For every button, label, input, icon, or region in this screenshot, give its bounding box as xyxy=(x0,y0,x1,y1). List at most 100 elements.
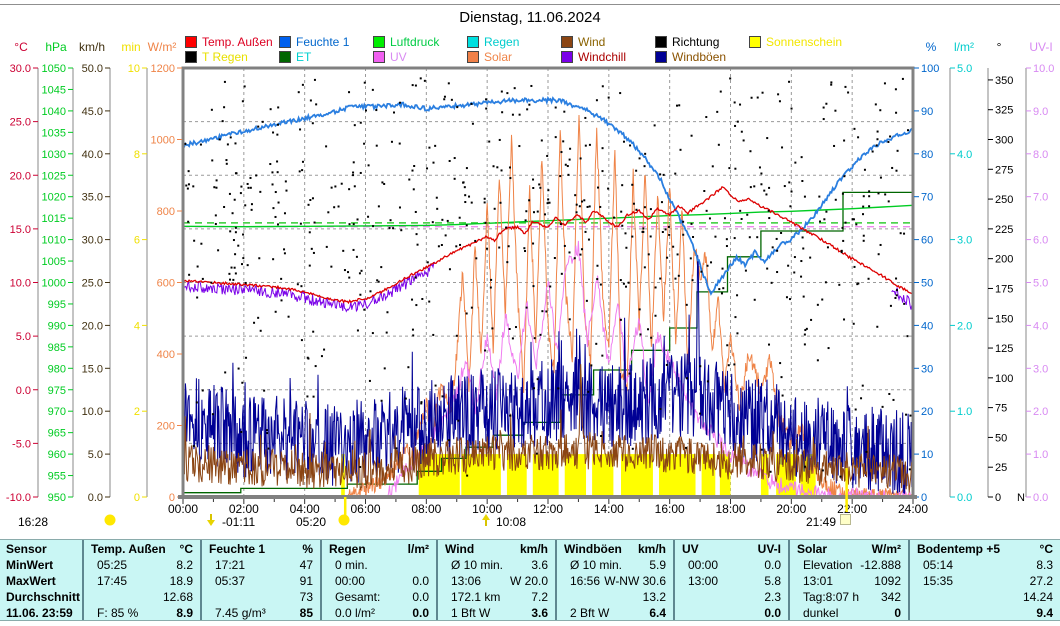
axis-tick-label: 30.0 xyxy=(82,235,103,247)
stats-cell: 2.3 xyxy=(675,589,788,605)
axis-kmh: 50.045.040.035.030.025.020.015.010.05.00… xyxy=(79,40,110,504)
x-axis: 00:0002:0004:0006:0008:0010:0012:0014:00… xyxy=(168,497,928,516)
axis-tick-label: 35.0 xyxy=(82,192,103,204)
axis-tick-label: 5.0 xyxy=(88,449,103,461)
axis-tick-label: 0.0 xyxy=(1033,492,1048,504)
stats-group-header: Windböenkm/h xyxy=(557,541,673,557)
stats-group-bodentemp-5: Bodentemp +5°C05:148.315:3527.214.249.4 xyxy=(908,540,1060,620)
axis-tick-label: 15.0 xyxy=(82,363,103,375)
axis-title-pct: % xyxy=(926,40,937,54)
axis-tick-label: 75 xyxy=(995,403,1007,415)
axis-tick-label: 80 xyxy=(921,149,933,161)
axis-tick-label: -5.0 xyxy=(12,438,31,450)
axis-tick-label: 2.0 xyxy=(957,320,972,332)
axis-tick-label: 8 xyxy=(134,149,140,161)
axis-lm2: 5.04.03.02.01.00.0l/m² xyxy=(950,40,974,504)
axis-tick-label: 1000 xyxy=(42,278,66,290)
axis-title-uvi: UV-I xyxy=(1029,40,1052,54)
axis-tick-label: 10 xyxy=(128,63,140,75)
stats-cell: 13:005.8 xyxy=(675,573,788,589)
x-tick-label: 06:00 xyxy=(350,502,380,516)
x-tick-label: 08:00 xyxy=(411,502,441,516)
axis-tick-label: 3.0 xyxy=(957,235,972,247)
axis-tick-label: 0.0 xyxy=(16,385,31,397)
axis-title-wm2: W/m² xyxy=(148,40,177,54)
stats-cell: 12.68 xyxy=(84,589,200,605)
axis-tick-label: 150 xyxy=(995,313,1013,325)
stats-group-header: SolarW/m² xyxy=(790,541,908,557)
sun-icon xyxy=(339,515,350,526)
stats-group-header: Feuchte 1% xyxy=(202,541,320,557)
axis-tick-label: 5.0 xyxy=(957,63,972,75)
stats-table: SensorMinWertMaxWertDurchschnitt11.06. 2… xyxy=(0,539,1060,621)
axis-tick-label: 90 xyxy=(921,106,933,118)
axis-tick-label: 7.0 xyxy=(1033,192,1048,204)
stats-cell: 73 xyxy=(202,589,320,605)
axis-uvi: 10.09.08.07.06.05.04.03.02.01.00.0UV-I xyxy=(1026,40,1054,504)
annotation-label: -01:11 xyxy=(222,515,255,529)
stats-sensor-column: SensorMinWertMaxWertDurchschnitt11.06. 2… xyxy=(0,540,82,620)
axis-tick-label: 50.0 xyxy=(82,63,103,75)
axis-tick-label: 1.0 xyxy=(1033,449,1048,461)
axis-tick-label: 1035 xyxy=(42,127,66,139)
axis-pct: 1009080706050403020100% xyxy=(914,40,939,504)
axis-tick-label: 30.0 xyxy=(10,63,31,75)
axis-tick-label: 955 xyxy=(48,471,66,483)
stats-row-label: MaxWert xyxy=(0,573,82,589)
axis-tick-label: 10.0 xyxy=(82,406,103,418)
axis-tick-label: 100 xyxy=(921,63,939,75)
stats-cell: 0.0 xyxy=(675,605,788,621)
stats-cell: Elevation-12.888 xyxy=(790,557,908,573)
stats-row-label: 11.06. 23:59 xyxy=(0,605,82,621)
axis-tick-label: 20 xyxy=(921,406,933,418)
stats-group-windb-en: Windböenkm/hØ 10 min.5.916:56W-NW 30.613… xyxy=(555,540,673,620)
axis-tick-label: 1000 xyxy=(151,135,175,147)
axis-tick-label: 25 xyxy=(995,462,1007,474)
stats-cell: 05:148.3 xyxy=(910,557,1060,573)
stats-cell: dunkel0 xyxy=(790,605,908,621)
axis-title-dir: ° xyxy=(997,40,1002,54)
axis-tick-label: 0.0 xyxy=(957,492,972,504)
x-tick-label: 02:00 xyxy=(229,502,259,516)
axis-wm2: 120010008006004002000W/m² xyxy=(148,40,182,504)
axis-dir: 3503253002752502252001751501251007550250… xyxy=(988,40,1025,504)
axis-tick-label: 2.0 xyxy=(1033,406,1048,418)
stats-group-header: Bodentemp +5°C xyxy=(910,541,1060,557)
axis-hpa: 1050104510401035103010251020101510101005… xyxy=(42,40,73,504)
axis-tick-label: 6.0 xyxy=(1033,235,1048,247)
axis-tick-label: 0 xyxy=(134,492,140,504)
axis-tick-label: 20.0 xyxy=(82,320,103,332)
axis-tick-label: 970 xyxy=(48,406,66,418)
axis-tick-label: 1.0 xyxy=(957,406,972,418)
stats-cell: 05:258.2 xyxy=(84,557,200,573)
axis-title-min: min xyxy=(121,40,140,54)
axis-tick-label: 200 xyxy=(157,421,175,433)
axis-tick-label: 990 xyxy=(48,320,66,332)
weather-chart: 30.025.020.015.010.05.00.0-5.0-10.0°C105… xyxy=(0,0,1060,538)
axis-tick-label: -10.0 xyxy=(6,492,31,504)
stats-group-feuchte-1: Feuchte 1%17:214705:3791737.45 g/m³85 xyxy=(200,540,320,620)
axis-tick-label: 40 xyxy=(921,320,933,332)
axis-tick-label: 325 xyxy=(995,105,1013,117)
stats-row-label: MinWert xyxy=(0,557,82,573)
axis-tick-label: 60 xyxy=(921,235,933,247)
axis-tick-label: 20.0 xyxy=(10,170,31,182)
axis-min: 1086420min xyxy=(121,40,147,504)
stats-group-header: Windkm/h xyxy=(438,541,555,557)
stats-cell: 0.0 l/m²0.0 xyxy=(322,605,436,621)
axis-tick-label: 1010 xyxy=(42,235,66,247)
axis-tick-label: 40.0 xyxy=(82,149,103,161)
axis-tick-label: 25.0 xyxy=(82,278,103,290)
x-tick-label: 00:00 xyxy=(168,502,198,516)
axis-tick-label: 5.0 xyxy=(1033,278,1048,290)
x-tick-label: 24:00 xyxy=(898,502,928,516)
stats-cell: 16:56W-NW 30.6 xyxy=(557,573,673,589)
stats-cell: Tag:8:07 h342 xyxy=(790,589,908,605)
axis-tick-label: 8.0 xyxy=(1033,149,1048,161)
stats-group-wind: Windkm/hØ 10 min.3.613:06W 20.0172.1 km7… xyxy=(436,540,555,620)
stats-cell: 9.4 xyxy=(910,605,1060,621)
stats-row-label: Durchschnitt xyxy=(0,589,82,605)
x-tick-label: 22:00 xyxy=(837,502,867,516)
axis-tick-label: 1015 xyxy=(42,213,66,225)
x-tick-label: 18:00 xyxy=(715,502,745,516)
